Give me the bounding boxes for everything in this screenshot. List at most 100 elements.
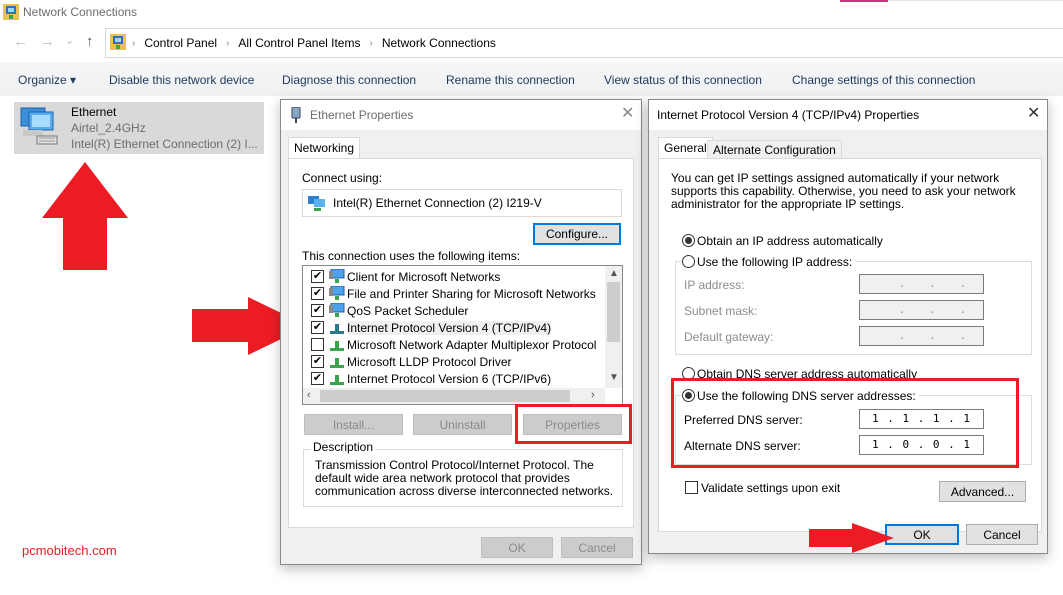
subnet-mask-field[interactable]: . . . [859, 300, 984, 320]
navigation-bar: ← → ⌄ ↑ › Control Panel › All Control Pa… [0, 28, 1063, 58]
item-label: QoS Packet Scheduler [347, 304, 469, 318]
close-button[interactable]: ✕ [1027, 106, 1040, 122]
dialog-title: Internet Protocol Version 4 (TCP/IPv4) P… [657, 108, 920, 122]
close-button[interactable]: ✕ [621, 106, 634, 122]
change-settings-button[interactable]: Change settings of this connection [792, 73, 975, 87]
list-item[interactable]: ✔ QoS Packet Scheduler [303, 302, 603, 319]
watermark: pcmobitech.com [22, 543, 117, 558]
ipv4-properties-dialog: Internet Protocol Version 4 (TCP/IPv4) P… [648, 99, 1048, 554]
breadcrumb-control-panel[interactable]: Control Panel [144, 36, 217, 50]
uninstall-button[interactable]: Uninstall [413, 414, 512, 435]
ip-address-label: IP address: [684, 278, 745, 292]
command-bar: Organize ▾ Disable this network device D… [0, 62, 1063, 96]
item-checkbox[interactable] [311, 338, 324, 351]
scrollbar-thumb[interactable] [607, 282, 620, 342]
protocol-icon [330, 341, 344, 351]
annotation-highlight-dns [671, 378, 1019, 468]
item-checkbox[interactable]: ✔ [311, 287, 324, 300]
scroll-up-icon[interactable]: ▲ [609, 268, 619, 279]
horizontal-scrollbar[interactable]: ‹ › [303, 388, 605, 404]
service-network-icon [329, 303, 345, 317]
advanced-button[interactable]: Advanced... [939, 481, 1026, 502]
item-checkbox[interactable]: ✔ [311, 321, 324, 334]
item-label: Microsoft LLDP Protocol Driver [347, 355, 512, 369]
service-network-icon [329, 286, 345, 300]
ip-address-field[interactable]: . . . [859, 274, 984, 294]
list-item[interactable]: ✔ File and Printer Sharing for Microsoft … [303, 285, 603, 302]
cancel-button[interactable]: Cancel [561, 537, 633, 558]
protocol-icon [330, 375, 344, 385]
disable-device-button[interactable]: Disable this network device [109, 73, 254, 87]
list-item[interactable]: ✔ Internet Protocol Version 4 (TCP/IPv4) [303, 319, 603, 336]
accent-bar [840, 0, 888, 2]
diagnose-button[interactable]: Diagnose this connection [282, 73, 416, 87]
list-item[interactable]: ✔ Client for Microsoft Networks [303, 268, 603, 285]
breadcrumb-network-connections[interactable]: Network Connections [382, 36, 496, 50]
use-following-ip-label[interactable]: Use the following IP address: [697, 255, 856, 269]
scroll-down-icon[interactable]: ▼ [609, 372, 619, 383]
hscrollbar-thumb[interactable] [320, 390, 570, 402]
item-label: Internet Protocol Version 4 (TCP/IPv4) [347, 321, 552, 335]
item-checkbox[interactable]: ✔ [311, 304, 324, 317]
connection-adapter: Intel(R) Ethernet Connection (2) I... [71, 137, 258, 151]
obtain-ip-auto-radio[interactable] [682, 234, 695, 247]
breadcrumb-separator: › [226, 37, 230, 49]
dialog-titlebar: Ethernet Properties ✕ [281, 100, 641, 130]
item-label: Microsoft Network Adapter Multiplexor Pr… [347, 338, 597, 352]
item-checkbox[interactable]: ✔ [311, 372, 324, 385]
components-list[interactable]: ✔ Client for Microsoft Networks ✔ File and … [302, 265, 623, 405]
dialog-titlebar: Internet Protocol Version 4 (TCP/IPv4) P… [649, 100, 1047, 130]
default-gateway-field[interactable]: . . . [859, 326, 984, 346]
list-item[interactable]: ✔ Internet Protocol Version 6 (TCP/IPv6) [303, 370, 603, 387]
ethernet-connection-item[interactable]: Ethernet Airtel_2.4GHz Intel(R) Ethernet… [14, 102, 264, 154]
title-divider [888, 0, 1063, 1]
annotation-highlight-properties [515, 404, 632, 444]
ok-button[interactable]: OK [481, 537, 553, 558]
cancel-button[interactable]: Cancel [966, 524, 1038, 545]
breadcrumb: › Control Panel › All Control Panel Item… [132, 36, 496, 50]
list-item[interactable]: Microsoft Network Adapter Multiplexor Pr… [303, 336, 603, 353]
use-following-ip-radio[interactable] [682, 255, 695, 268]
scroll-left-icon[interactable]: ‹ [307, 389, 311, 401]
adapter-field: Intel(R) Ethernet Connection (2) I219-V [302, 189, 622, 217]
rename-button[interactable]: Rename this connection [446, 73, 575, 87]
address-bar[interactable]: › Control Panel › All Control Panel Item… [105, 28, 1063, 58]
obtain-ip-auto-label[interactable]: Obtain an IP address automatically [697, 234, 883, 248]
client-network-icon [329, 269, 345, 283]
view-status-button[interactable]: View status of this connection [604, 73, 762, 87]
connection-network: Airtel_2.4GHz [71, 121, 146, 135]
networking-panel: Connect using: Intel(R) Ethernet Connect… [288, 158, 634, 528]
recent-locations-button[interactable]: ⌄ [65, 33, 74, 49]
list-item[interactable]: ✔ Microsoft LLDP Protocol Driver [303, 353, 603, 370]
back-button[interactable]: ← [13, 34, 28, 50]
forward-button[interactable]: → [40, 34, 55, 50]
tab-general[interactable]: General [658, 137, 713, 159]
tab-networking[interactable]: Networking [288, 137, 361, 159]
breadcrumb-separator: › [132, 37, 136, 49]
breadcrumb-all-items[interactable]: All Control Panel Items [238, 36, 360, 50]
protocol-icon [330, 358, 344, 368]
organize-menu[interactable]: Organize ▾ [18, 73, 76, 87]
tab-alternate-configuration[interactable]: Alternate Configuration [707, 140, 842, 159]
window-titlebar: Network Connections [0, 0, 1063, 26]
dialog-title: Ethernet Properties [310, 108, 414, 122]
adapter-name: Intel(R) Ethernet Connection (2) I219-V [333, 196, 542, 210]
configure-button[interactable]: Configure... [533, 223, 621, 245]
annotation-arrow-up [42, 162, 128, 270]
validate-label[interactable]: Validate settings upon exit [701, 481, 840, 495]
install-button[interactable]: Install... [304, 414, 403, 435]
scroll-right-icon[interactable]: › [591, 389, 595, 401]
ethernet-properties-dialog: Ethernet Properties ✕ Networking Connect… [280, 99, 642, 565]
item-checkbox[interactable]: ✔ [311, 355, 324, 368]
description-label: Description [311, 440, 376, 454]
annotation-arrow-right-ok [809, 523, 894, 553]
item-checkbox[interactable]: ✔ [311, 270, 324, 283]
item-label: File and Printer Sharing for Microsoft N… [347, 287, 596, 301]
validate-checkbox[interactable] [685, 481, 698, 494]
description-text: Transmission Control Protocol/Internet P… [315, 458, 614, 498]
ok-button[interactable]: OK [885, 524, 959, 545]
control-panel-icon [110, 34, 126, 50]
up-button[interactable]: ↑ [86, 34, 94, 50]
vertical-scrollbar[interactable]: ▲ ▼ [605, 266, 622, 388]
items-label: This connection uses the following items… [302, 249, 521, 263]
